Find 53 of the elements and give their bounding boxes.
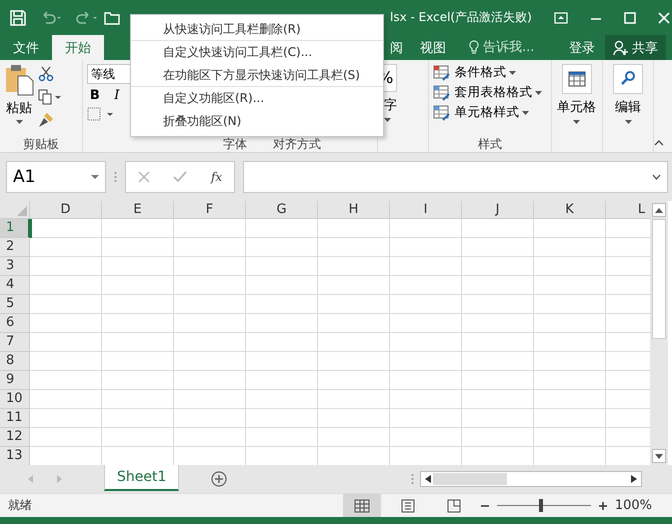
sign-in-link[interactable]: 登录 [559,35,605,60]
group-label: 样式 [476,136,503,152]
row-header[interactable]: 8 [0,352,30,371]
cells-button[interactable]: 单元格 [557,64,596,124]
row-header[interactable]: 13 [0,447,30,465]
row-header[interactable]: 7 [0,333,30,352]
window-title: lsx - Excel(产品激活失败) [390,9,532,26]
menu-item[interactable]: 在功能区下方显示快速访问工具栏(S) [131,64,383,87]
column-header[interactable]: L [606,201,650,219]
column-header[interactable]: H [318,201,390,219]
styles-menu-button[interactable]: 单元格样式 [433,104,547,121]
styles-menu-button[interactable]: 条件格式 [433,64,547,81]
column-header[interactable]: F [174,201,246,219]
row-header[interactable]: 1 [0,219,30,238]
menu-item[interactable]: 从快速访问工具栏删除(R) [131,18,383,41]
ribbon-tab[interactable]: 开始 [52,35,104,60]
row-header[interactable]: 6 [0,314,30,333]
group-label: 剪贴板 [22,136,60,152]
column-header[interactable]: D [30,201,102,219]
column-header[interactable]: E [102,201,174,219]
name-box[interactable]: A1 [6,161,106,193]
menu-item[interactable]: 折叠功能区(N) [131,110,383,133]
column-header[interactable]: K [534,201,606,219]
ribbon-tab[interactable]: 视图 [407,35,459,60]
insert-function-button[interactable]: fx [210,170,222,184]
font-name-field[interactable]: 等线 [86,64,132,84]
row-header[interactable]: 3 [0,257,30,276]
sheet-tab[interactable]: Sheet1 [104,465,180,491]
row-header[interactable]: 4 [0,276,30,295]
column-header[interactable]: I [390,201,462,219]
styles-menu-button[interactable]: 套用表格格式 [433,84,547,101]
row-header[interactable]: 11 [0,409,30,428]
row-header[interactable]: 9 [0,371,30,390]
group-label: 字体 [222,136,247,152]
status-text: 就绪 [8,497,32,514]
ribbon-tab[interactable]: 阅 [386,35,407,60]
row-header[interactable]: 2 [0,238,30,257]
group-label: 对齐方式 [272,136,321,152]
row-header[interactable]: 5 [0,295,30,314]
italic-button[interactable]: I [108,88,125,103]
tell-me-field[interactable]: 告诉我... [469,35,547,60]
column-header[interactable]: J [462,201,534,219]
share-button[interactable]: 共享 [605,35,666,60]
editing-button[interactable]: 编辑 [613,64,644,124]
ribbon-tab[interactable]: 文件 [0,35,52,60]
row-header[interactable]: 12 [0,428,30,447]
bold-button[interactable]: B [86,88,103,103]
number-label: 字 [384,97,398,114]
menu-item[interactable]: 自定义快速访问工具栏(C)... [131,41,383,64]
row-header[interactable]: 10 [0,390,30,409]
paste-button[interactable]: 粘贴 [4,64,34,128]
zoom-percentage: 100% [614,498,652,513]
column-header[interactable]: G [246,201,318,219]
